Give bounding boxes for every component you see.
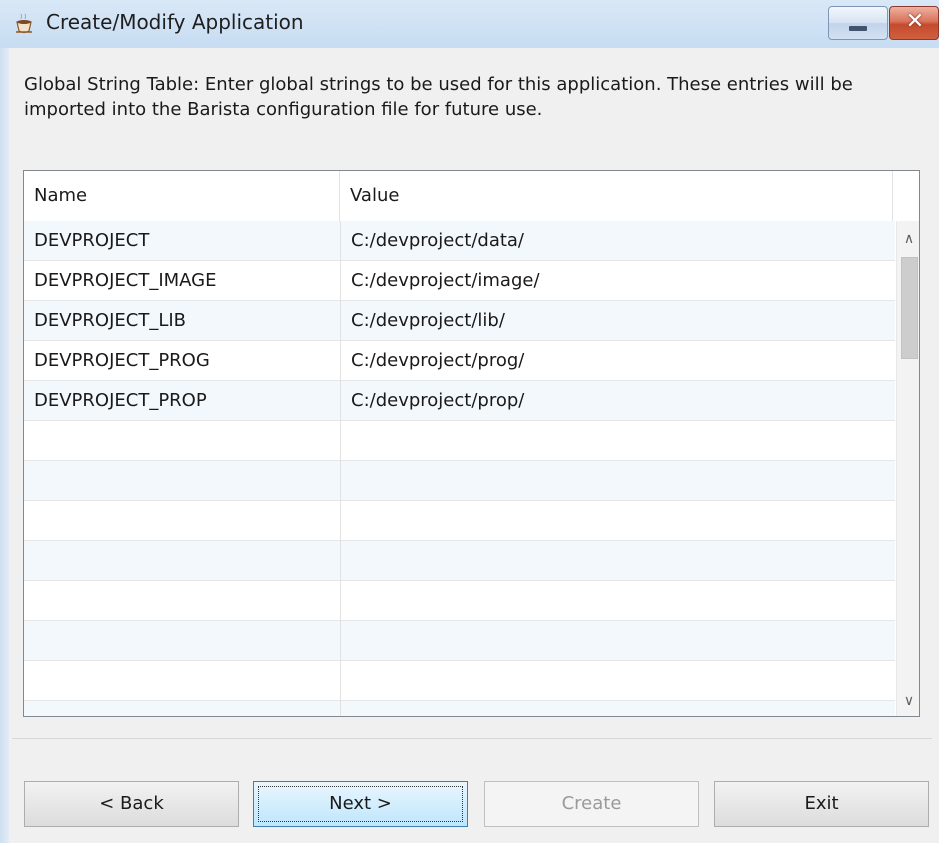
vertical-scrollbar[interactable]: ∧ ∨ bbox=[896, 221, 919, 716]
value-cell[interactable] bbox=[341, 461, 895, 501]
header-corner bbox=[896, 171, 919, 221]
create-button[interactable]: Create bbox=[484, 781, 699, 827]
name-cell[interactable]: DEVPROJECT_PROG bbox=[24, 341, 341, 381]
focus-rectangle bbox=[258, 786, 463, 822]
name-cell[interactable] bbox=[24, 421, 341, 461]
minimize-button[interactable] bbox=[828, 6, 888, 40]
empty-table-row[interactable] bbox=[24, 501, 895, 541]
table-row[interactable]: DEVPROJECT_PROG C:/devproject/prog/ bbox=[24, 341, 895, 381]
empty-table-row[interactable] bbox=[24, 581, 895, 621]
next-button[interactable]: Next > bbox=[253, 781, 468, 827]
exit-button[interactable]: Exit bbox=[714, 781, 929, 827]
name-cell[interactable]: DEVPROJECT_LIB bbox=[24, 301, 341, 341]
value-cell[interactable] bbox=[341, 541, 895, 581]
divider bbox=[12, 738, 932, 739]
scroll-thumb[interactable] bbox=[901, 257, 918, 359]
scroll-down-icon[interactable]: ∨ bbox=[897, 689, 919, 713]
window-title: Create/Modify Application bbox=[46, 10, 304, 34]
window-frame-edge bbox=[0, 48, 9, 843]
name-cell[interactable]: DEVPROJECT_PROP bbox=[24, 381, 341, 421]
value-cell[interactable]: C:/devproject/data/ bbox=[341, 221, 895, 261]
name-cell[interactable] bbox=[24, 501, 341, 541]
name-cell[interactable] bbox=[24, 701, 341, 716]
empty-table-row[interactable] bbox=[24, 461, 895, 501]
scroll-up-icon[interactable]: ∧ bbox=[897, 227, 919, 251]
value-cell[interactable] bbox=[341, 621, 895, 661]
value-cell[interactable]: C:/devproject/prog/ bbox=[341, 341, 895, 381]
name-cell[interactable] bbox=[24, 541, 341, 581]
empty-table-row[interactable] bbox=[24, 541, 895, 581]
table-header: Name Value bbox=[24, 171, 895, 222]
value-cell[interactable]: C:/devproject/lib/ bbox=[341, 301, 895, 341]
table-row[interactable]: DEVPROJECT_PROP C:/devproject/prop/ bbox=[24, 381, 895, 421]
table-row[interactable]: DEVPROJECT_LIB C:/devproject/lib/ bbox=[24, 301, 895, 341]
back-button[interactable]: < Back bbox=[24, 781, 239, 827]
value-cell[interactable]: C:/devproject/prop/ bbox=[341, 381, 895, 421]
close-icon: ✕ bbox=[905, 9, 925, 34]
empty-table-row[interactable] bbox=[24, 621, 895, 661]
table-row[interactable]: DEVPROJECT C:/devproject/data/ bbox=[24, 221, 895, 261]
table-body: DEVPROJECT C:/devproject/data/ DEVPROJEC… bbox=[24, 221, 895, 716]
close-button[interactable]: ✕ bbox=[889, 6, 939, 40]
global-string-table[interactable]: Name Value DEVPROJECT C:/devproject/data… bbox=[23, 170, 920, 717]
empty-table-row[interactable] bbox=[24, 421, 895, 461]
value-cell[interactable] bbox=[341, 701, 895, 716]
title-bar[interactable]: Create/Modify Application ✕ bbox=[0, 0, 939, 48]
value-cell[interactable] bbox=[341, 581, 895, 621]
instructions-text: Global String Table: Enter global string… bbox=[24, 74, 853, 120]
column-header-name[interactable]: Name bbox=[24, 171, 340, 221]
empty-table-row[interactable] bbox=[24, 701, 895, 716]
create-modify-application-dialog: Create/Modify Application ✕ Global Strin… bbox=[0, 0, 939, 843]
value-cell[interactable]: C:/devproject/image/ bbox=[341, 261, 895, 301]
name-cell[interactable] bbox=[24, 581, 341, 621]
value-cell[interactable] bbox=[341, 421, 895, 461]
barista-cup-icon bbox=[16, 13, 32, 34]
name-cell[interactable]: DEVPROJECT bbox=[24, 221, 341, 261]
table-row[interactable]: DEVPROJECT_IMAGE C:/devproject/image/ bbox=[24, 261, 895, 301]
column-header-value[interactable]: Value bbox=[340, 171, 893, 221]
value-cell[interactable] bbox=[341, 661, 895, 701]
empty-table-row[interactable] bbox=[24, 661, 895, 701]
name-cell[interactable] bbox=[24, 661, 341, 701]
name-cell[interactable]: DEVPROJECT_IMAGE bbox=[24, 261, 341, 301]
name-cell[interactable] bbox=[24, 461, 341, 501]
value-cell[interactable] bbox=[341, 501, 895, 541]
name-cell[interactable] bbox=[24, 621, 341, 661]
